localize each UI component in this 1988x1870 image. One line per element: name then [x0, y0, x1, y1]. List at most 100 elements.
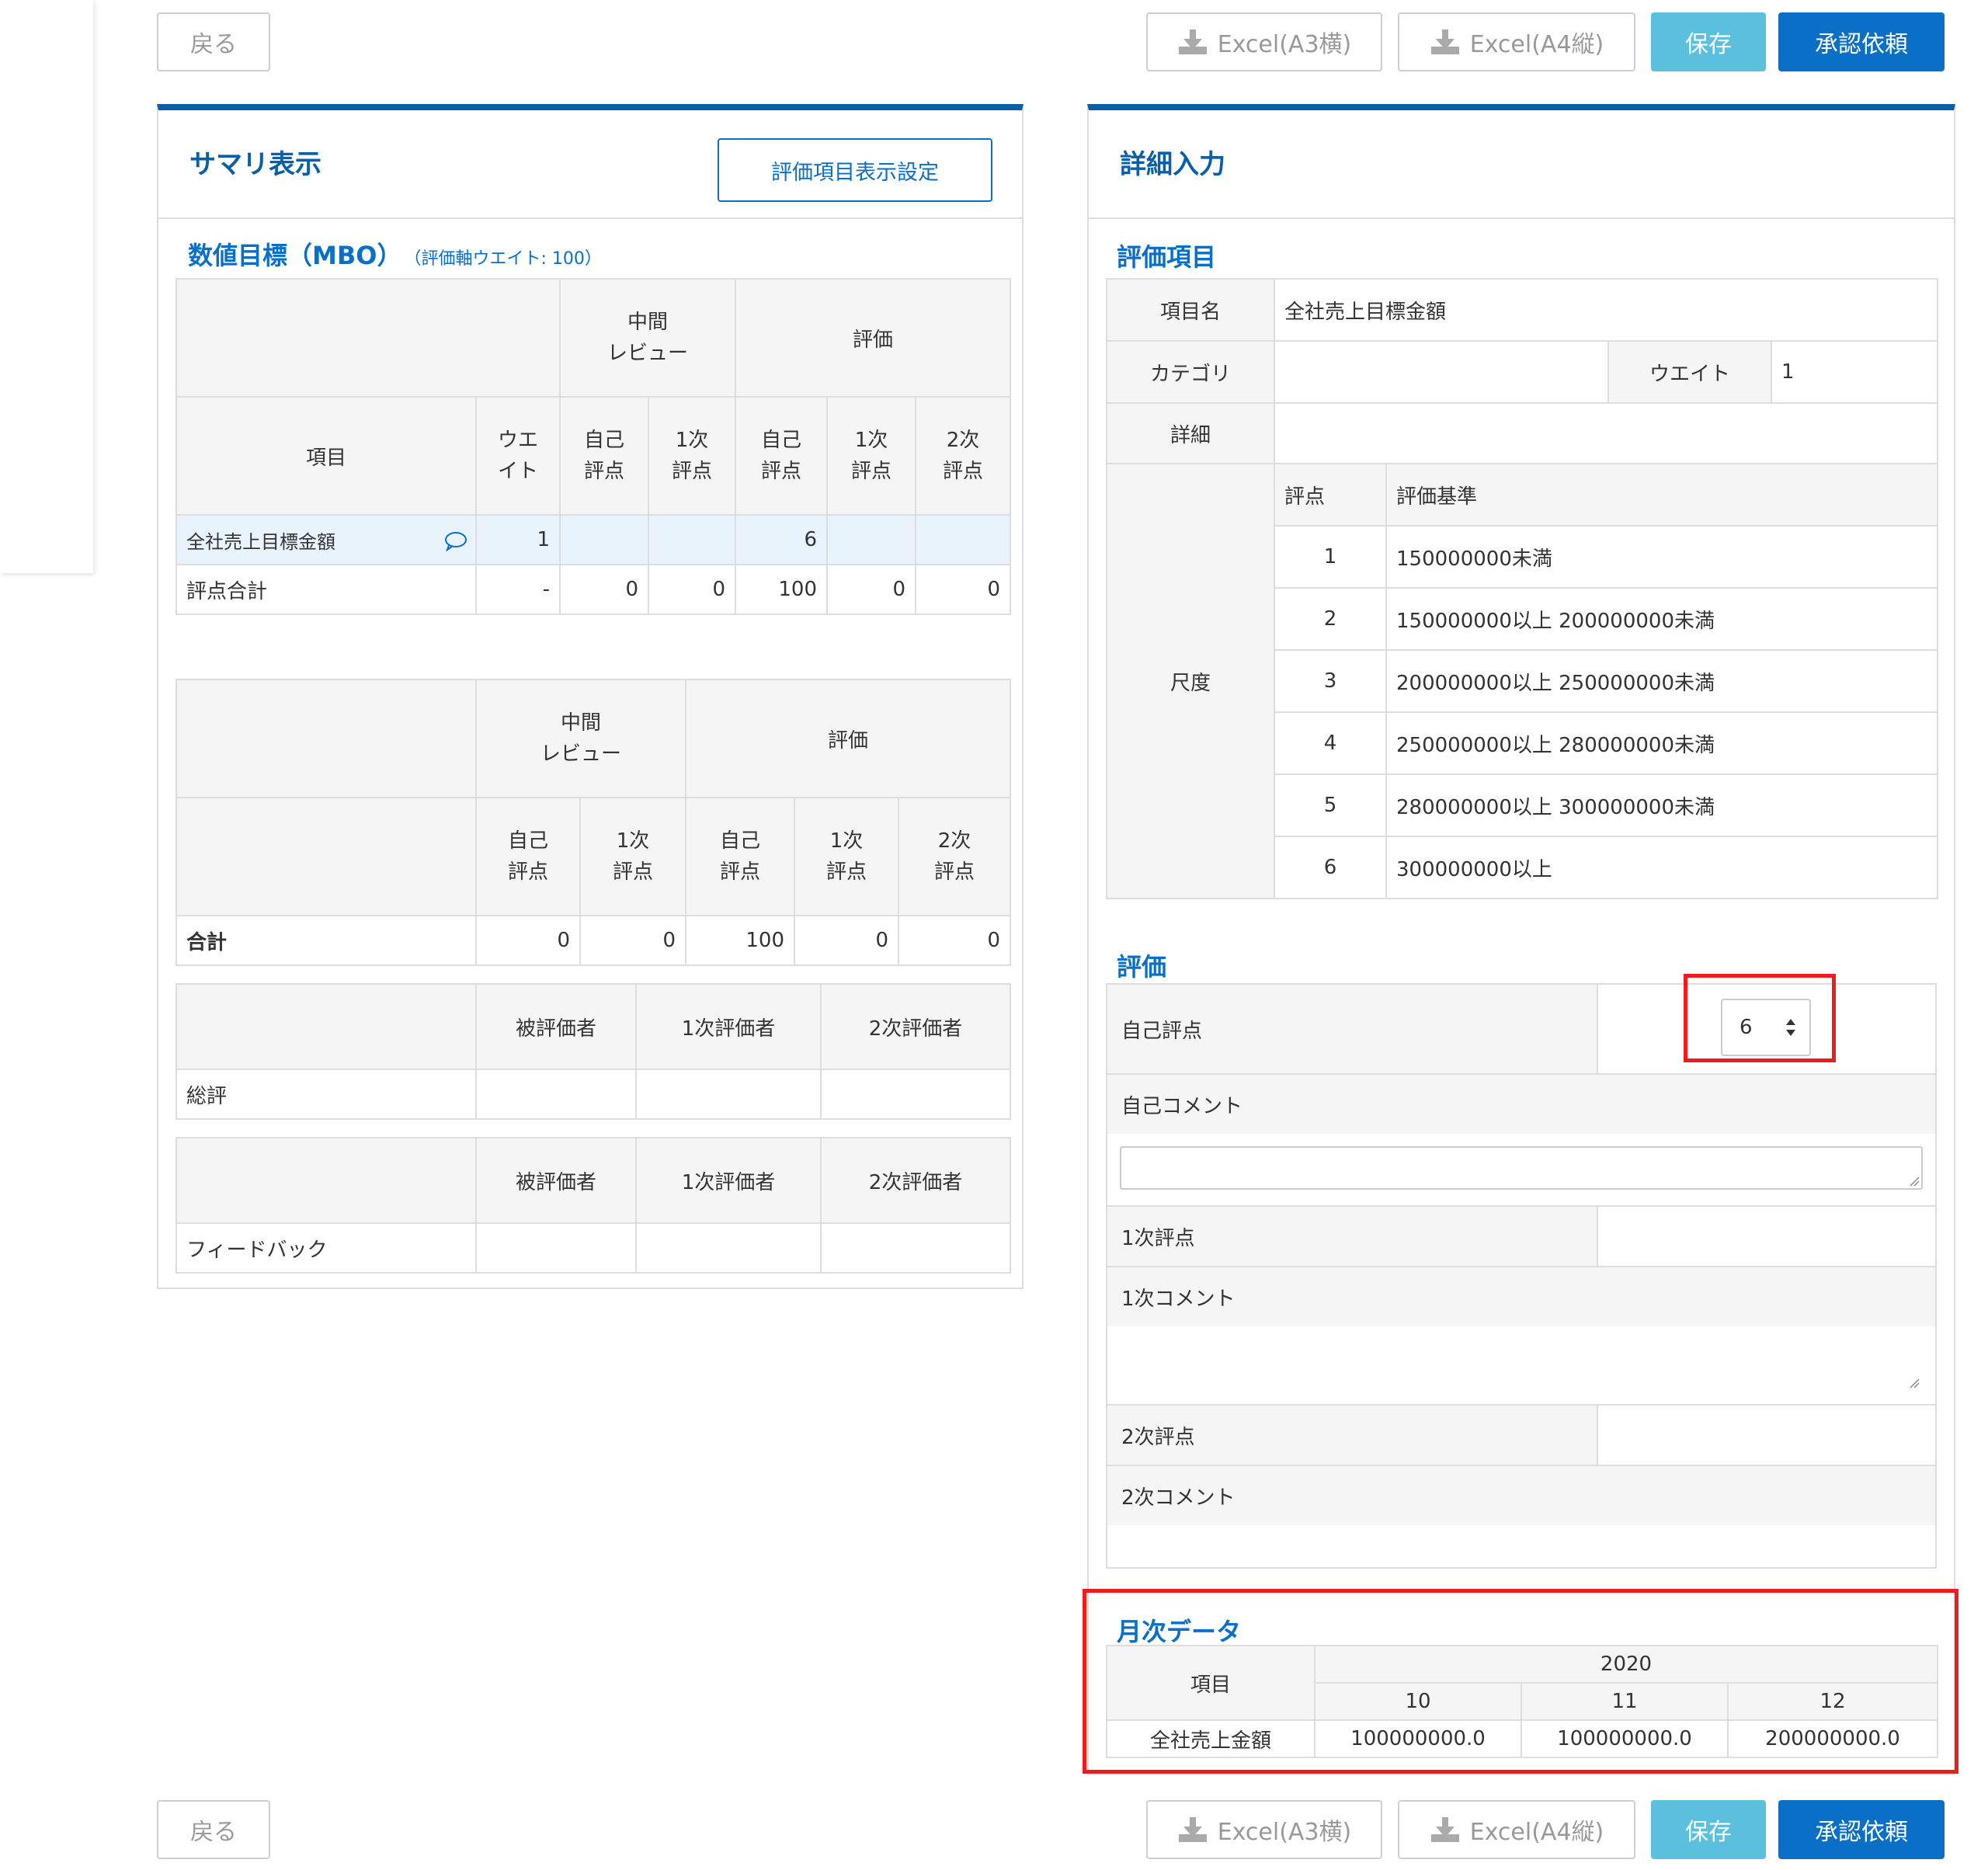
save-button-bottom[interactable]: 保存	[1651, 1800, 1766, 1859]
header-eval-second: 2次 評点	[898, 797, 1012, 916]
header-evaluation: 評価	[735, 278, 1012, 398]
header-eval-self: 自己 評点	[685, 797, 796, 916]
detail-panel: 詳細入力 評価項目 項目名 全社売上目標金額 カテゴリ ウエイト 1 詳細 尺度…	[1087, 104, 1955, 1775]
header-mid-review: 中間 レビュー	[558, 278, 737, 398]
header-mid-self: 自己 評点	[559, 396, 649, 516]
comment-icon[interactable]	[444, 531, 467, 551]
download-icon	[1430, 1817, 1459, 1842]
header-second-evaluator: 2次評価者	[820, 983, 1011, 1070]
detail-title: 詳細入力	[1120, 149, 1225, 180]
feedback-label: フィードバック	[176, 1222, 477, 1274]
resize-handle-icon[interactable]	[1909, 1176, 1920, 1187]
category-value	[1274, 340, 1609, 404]
scale-criteria: 280000000以上 300000000未満	[1385, 773, 1939, 837]
self-comment-textarea[interactable]	[1120, 1146, 1923, 1190]
total-mid-self: 0	[559, 564, 649, 615]
highlight-self-score	[1684, 974, 1836, 1062]
first-comment-label: 1次コメント	[1107, 1267, 1935, 1326]
scale-score: 1	[1274, 525, 1387, 589]
header-blank	[176, 278, 561, 398]
header-blank	[176, 679, 477, 798]
overall-review-second	[820, 1069, 1011, 1120]
row-mid-self	[559, 514, 649, 565]
feedback-evaluatee	[475, 1222, 637, 1274]
category-label: カテゴリ	[1106, 340, 1275, 404]
grand-total-value: 0	[579, 915, 687, 966]
evaluation-form: 自己評点 6 自己コメント 1次評点 1次コメント 2次評点 2次コメント	[1106, 983, 1937, 1569]
table-row: 評点合計 - 0 0 100 0 0	[176, 564, 1012, 615]
evaluation-item-title: 評価項目	[1117, 242, 1217, 272]
scale-score: 6	[1274, 836, 1387, 899]
item-name-label: 項目名	[1106, 278, 1275, 342]
self-comment-label: 自己コメント	[1107, 1075, 1935, 1134]
approval-request-button-bottom[interactable]: 承認依頼	[1778, 1800, 1945, 1859]
second-comment-label: 2次コメント	[1107, 1466, 1935, 1525]
row-item-name[interactable]: 全社売上目標金額	[176, 514, 477, 565]
excel-a3-button-bottom[interactable]: Excel(A3横)	[1146, 1800, 1382, 1859]
weight-label: ウエイト	[1607, 340, 1772, 404]
total-eval-second: 0	[915, 564, 1012, 615]
table-row[interactable]: 全社売上目標金額 1 6	[176, 514, 1012, 565]
header-first-evaluator: 1次評価者	[635, 1137, 822, 1224]
scale-criteria: 250000000以上 280000000未満	[1385, 711, 1939, 775]
table-row: 総評	[176, 1069, 1011, 1120]
overall-review-label: 総評	[176, 1069, 477, 1120]
feedback-second	[820, 1222, 1011, 1274]
total-score-label: 評点合計	[176, 564, 477, 615]
total-mid-first: 0	[647, 564, 737, 615]
grand-total-value: 0	[475, 915, 581, 966]
highlight-monthly-data	[1083, 1589, 1958, 1774]
approval-request-button-top[interactable]: 承認依頼	[1778, 12, 1945, 71]
overall-review-first	[635, 1069, 822, 1120]
header-mid-self: 自己 評点	[475, 797, 581, 916]
weight-value: 1	[1770, 340, 1939, 404]
scale-label: 尺度	[1106, 463, 1275, 899]
back-button-top[interactable]: 戻る	[157, 12, 270, 71]
download-icon	[1430, 30, 1459, 54]
header-eval-self: 自己 評点	[735, 396, 829, 516]
header-second-evaluator: 2次評価者	[820, 1137, 1011, 1224]
row-mid-first	[647, 514, 737, 565]
header-weight: ウエ イト	[475, 396, 561, 516]
first-score-label: 1次評点	[1107, 1207, 1598, 1266]
self-score-label: 自己評点	[1107, 985, 1598, 1073]
grand-total-value: 0	[898, 915, 1012, 966]
back-button-bottom[interactable]: 戻る	[157, 1800, 270, 1859]
header-first-evaluator: 1次評価者	[635, 983, 822, 1070]
row-eval-self: 6	[735, 514, 829, 565]
feedback-first	[635, 1222, 822, 1274]
item-display-settings-button[interactable]: 評価項目表示設定	[718, 138, 992, 202]
excel-a4-button-top[interactable]: Excel(A4縦)	[1398, 12, 1635, 71]
evaluation-title: 評価	[1117, 952, 1167, 982]
download-icon	[1178, 30, 1207, 54]
table-row: 合計 0 0 100 0 0	[176, 915, 1012, 966]
feedback-table: 被評価者 1次評価者 2次評価者 フィードバック	[176, 1137, 1011, 1274]
scale-score: 5	[1274, 773, 1387, 837]
header-mid-first: 1次 評点	[647, 396, 737, 516]
scale-criteria: 200000000以上 250000000未満	[1385, 649, 1939, 713]
grand-total-value: 100	[685, 915, 796, 966]
first-comment-area	[1107, 1326, 1935, 1404]
row-weight: 1	[475, 514, 561, 565]
header-item: 項目	[176, 396, 477, 516]
excel-a4-button-bottom[interactable]: Excel(A4縦)	[1398, 1800, 1635, 1859]
side-card	[0, 0, 93, 573]
header-mid-review: 中間 レビュー	[474, 679, 687, 798]
header-eval-second: 2次 評点	[915, 396, 1012, 516]
evaluation-item-table: 項目名 全社売上目標金額 カテゴリ ウエイト 1 詳細 尺度 評点 評価基準 1…	[1106, 278, 1939, 899]
summary-title: サマリ表示	[189, 149, 321, 180]
excel-a3-button-top[interactable]: Excel(A3横)	[1146, 12, 1382, 71]
save-button-top[interactable]: 保存	[1651, 12, 1766, 71]
grand-total-value: 0	[794, 915, 900, 966]
scale-criteria: 150000000未満	[1385, 525, 1939, 589]
second-score-row: 2次評点	[1107, 1404, 1935, 1466]
scale-score: 4	[1274, 711, 1387, 775]
detail-value	[1273, 402, 1939, 464]
mbo-summary-table: 中間 レビュー 評価 項目 ウエ イト 自己 評点 1次 評点 自己 評点 1次…	[176, 278, 1012, 615]
grand-total-table: 中間 レビュー 評価 自己 評点 1次 評点 自己 評点 1次 評点 2次 評点…	[176, 679, 1012, 966]
summary-panel-header: サマリ表示 評価項目表示設定	[158, 110, 1022, 219]
download-icon	[1178, 1817, 1207, 1842]
table-row: フィードバック	[176, 1222, 1011, 1274]
resize-handle-icon[interactable]	[1909, 1378, 1920, 1389]
header-blank	[176, 983, 477, 1070]
